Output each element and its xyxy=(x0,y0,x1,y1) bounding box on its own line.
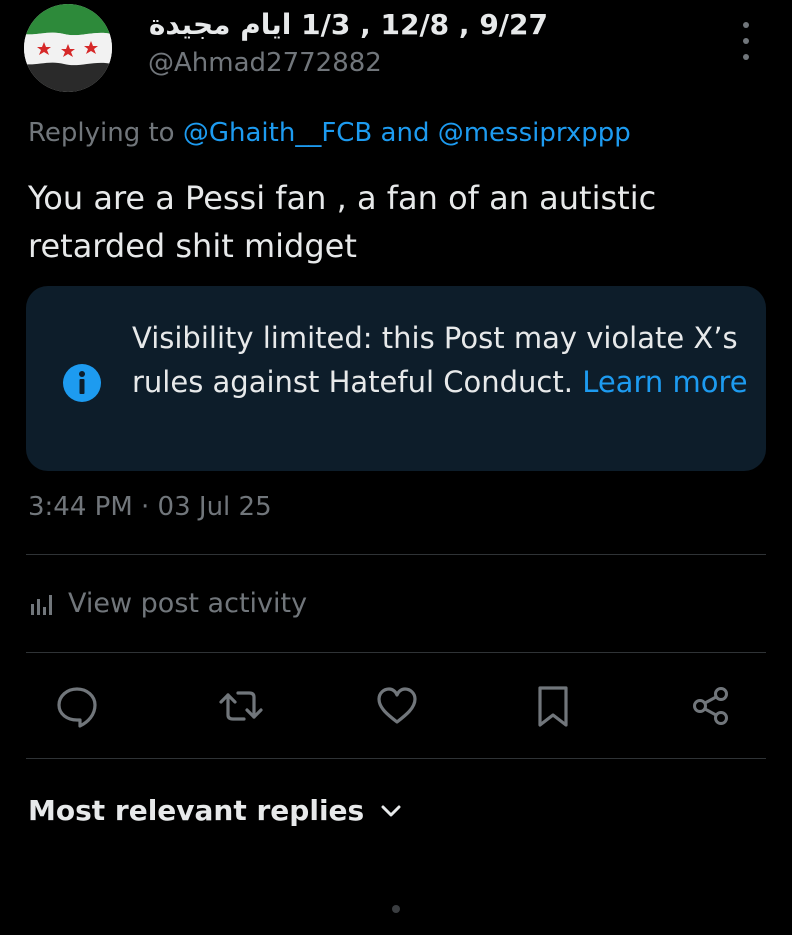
visibility-notice: Visibility limited: this Post may violat… xyxy=(26,286,766,471)
repost-icon xyxy=(219,691,263,721)
replying-to: Replying to @Ghaith__FCB and @messiprxpp… xyxy=(28,118,631,148)
like-button[interactable] xyxy=(374,683,420,729)
replying-to-prefix: Replying to xyxy=(28,118,175,148)
info-icon xyxy=(63,364,101,402)
replying-to-joiner: and xyxy=(380,118,430,148)
divider xyxy=(26,652,766,653)
notice-text-block: Visibility limited: this Post may violat… xyxy=(132,316,752,404)
view-post-activity-label: View post activity xyxy=(68,588,308,619)
analytics-icon xyxy=(31,594,52,615)
scroll-indicator-dot xyxy=(392,905,400,913)
post-text: You are a Pessi fan , a fan of an autist… xyxy=(28,179,657,265)
sort-label: Most relevant replies xyxy=(28,794,365,827)
more-dot-icon xyxy=(743,54,749,60)
post-timestamp[interactable]: 3:44 PM · 03 Jul 25 xyxy=(28,492,272,522)
divider xyxy=(26,758,766,759)
avatar[interactable] xyxy=(24,4,112,92)
reply-user-link-2[interactable]: @messiprxppp xyxy=(438,118,631,148)
reply-user-link-1[interactable]: @Ghaith__FCB xyxy=(183,118,372,148)
share-icon xyxy=(693,687,728,725)
more-dot-icon xyxy=(743,22,749,28)
view-post-activity-button[interactable]: View post activity xyxy=(28,588,307,619)
divider xyxy=(26,554,766,555)
heart-icon xyxy=(377,687,417,724)
replies-sort-dropdown[interactable]: Most relevant replies xyxy=(28,794,404,827)
flag-avatar-image xyxy=(24,4,112,92)
more-dot-icon xyxy=(743,38,749,44)
learn-more-link[interactable]: Learn more xyxy=(582,365,747,399)
author-handle[interactable]: @Ahmad2772882 xyxy=(148,48,382,78)
share-button[interactable] xyxy=(688,683,734,729)
bookmark-button[interactable] xyxy=(530,683,576,729)
bookmark-icon xyxy=(538,686,568,727)
author-display-name[interactable]: 9/27 , 12/8 , 1/3 ايام مجيدة xyxy=(148,8,548,41)
reply-button[interactable] xyxy=(54,683,100,729)
repost-button[interactable] xyxy=(218,683,264,729)
chevron-down-icon xyxy=(381,805,401,816)
reply-icon xyxy=(57,687,97,728)
more-options-button[interactable] xyxy=(736,22,756,60)
